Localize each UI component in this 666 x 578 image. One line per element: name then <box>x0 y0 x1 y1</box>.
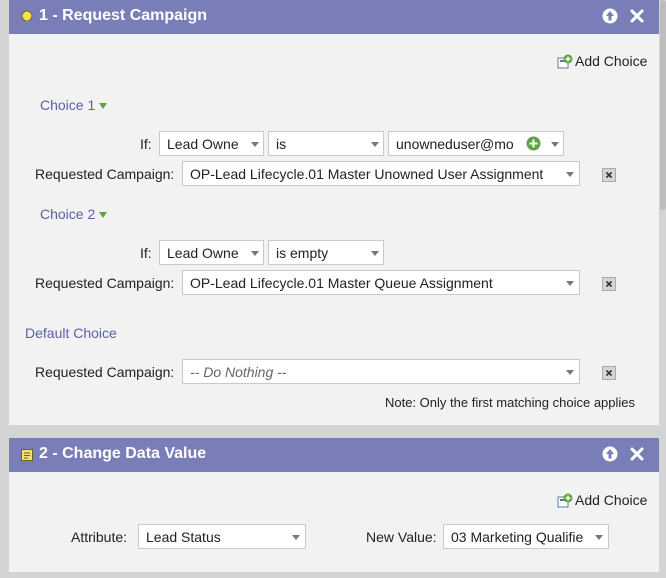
choice-1-field-value: Lead Owne <box>167 136 239 152</box>
requested-campaign-label: Requested Campaign: <box>35 166 175 182</box>
chevron-down-icon <box>566 370 574 375</box>
add-choice-button[interactable]: Add Choice <box>557 53 652 71</box>
choice-2-label: Choice 2 <box>40 206 96 222</box>
delete-default-icon[interactable] <box>602 366 616 380</box>
choice-1-field-select[interactable]: Lead Owne <box>159 131 264 156</box>
chevron-down-icon <box>566 172 574 177</box>
choice-2-operator-select[interactable]: is empty <box>268 240 384 265</box>
chevron-down-icon <box>371 142 379 147</box>
choice-2-field-value: Lead Owne <box>167 245 239 261</box>
choice-2-campaign-value: OP-Lead Lifecycle.01 Master Queue Assign… <box>190 275 493 291</box>
expand-triangle-icon <box>99 212 108 219</box>
add-choice-label: Add Choice <box>575 53 648 69</box>
add-choice-icon <box>557 54 573 69</box>
delete-choice-2-icon[interactable] <box>602 277 616 291</box>
choice-1-value-select[interactable]: unowneduser@mo <box>388 131 564 156</box>
new-value-text: 03 Marketing Qualifie <box>451 529 584 545</box>
if-label: If: <box>140 245 152 261</box>
panel-title: 1 - Request Campaign <box>39 7 208 24</box>
add-choice-label: Add Choice <box>575 492 648 508</box>
request-campaign-header: 1 - Request Campaign <box>9 0 659 34</box>
attribute-label: Attribute: <box>71 529 128 545</box>
default-campaign-value: -- Do Nothing -- <box>190 364 287 380</box>
attribute-value: Lead Status <box>146 529 221 545</box>
chevron-down-icon <box>371 251 379 256</box>
new-value-select[interactable]: 03 Marketing Qualifie <box>443 524 609 549</box>
chevron-down-icon <box>251 142 259 147</box>
choice-2-campaign-select[interactable]: OP-Lead Lifecycle.01 Master Queue Assign… <box>182 270 580 295</box>
choice-2-field-select[interactable]: Lead Owne <box>159 240 264 265</box>
matching-note: Note: Only the first matching choice app… <box>385 395 636 410</box>
move-up-icon[interactable] <box>602 8 618 24</box>
choice-1-operator-value: is <box>276 136 287 152</box>
change-data-value-panel: 2 - Change Data Value Add Choice Attribu… <box>9 438 659 572</box>
delete-choice-1-icon[interactable] <box>602 168 616 182</box>
default-campaign-select[interactable]: -- Do Nothing -- <box>182 359 580 384</box>
chevron-down-icon <box>551 142 559 147</box>
choice-2-operator-value: is empty <box>276 245 329 261</box>
move-up-icon[interactable] <box>602 446 618 462</box>
if-label: If: <box>140 136 152 152</box>
lightbulb-icon <box>21 10 33 23</box>
chevron-down-icon <box>251 251 259 256</box>
choice-1-label: Choice 1 <box>40 97 96 113</box>
panel-title: 2 - Change Data Value <box>39 445 207 462</box>
add-value-icon[interactable] <box>526 136 541 151</box>
chevron-down-icon <box>292 535 300 540</box>
choice-1-value-text: unowneduser@mo <box>396 136 514 152</box>
choice-1-campaign-select[interactable]: OP-Lead Lifecycle.01 Master Unowned User… <box>182 161 580 186</box>
request-campaign-panel: 1 - Request Campaign Add Choice Choice 1… <box>9 0 659 425</box>
attribute-select[interactable]: Lead Status <box>138 524 306 549</box>
chevron-down-icon <box>566 281 574 286</box>
choice-1-operator-select[interactable]: is <box>268 131 384 156</box>
notepad-icon <box>21 449 33 461</box>
change-data-value-header: 2 - Change Data Value <box>9 438 659 472</box>
choice-1-campaign-value: OP-Lead Lifecycle.01 Master Unowned User… <box>190 166 544 182</box>
scrollbar[interactable] <box>660 0 666 210</box>
requested-campaign-label: Requested Campaign: <box>35 364 175 380</box>
requested-campaign-label: Requested Campaign: <box>35 275 175 291</box>
add-choice-icon <box>557 493 573 508</box>
default-choice-label: Default Choice <box>25 325 117 341</box>
new-value-label: New Value: <box>366 529 437 545</box>
chevron-down-icon <box>595 535 603 540</box>
close-icon[interactable] <box>629 8 645 24</box>
close-icon[interactable] <box>629 446 645 462</box>
add-choice-button[interactable]: Add Choice <box>557 492 652 510</box>
choice-1-toggle[interactable]: Choice 1 <box>40 97 108 113</box>
expand-triangle-icon <box>99 103 108 110</box>
choice-2-toggle[interactable]: Choice 2 <box>40 206 108 222</box>
